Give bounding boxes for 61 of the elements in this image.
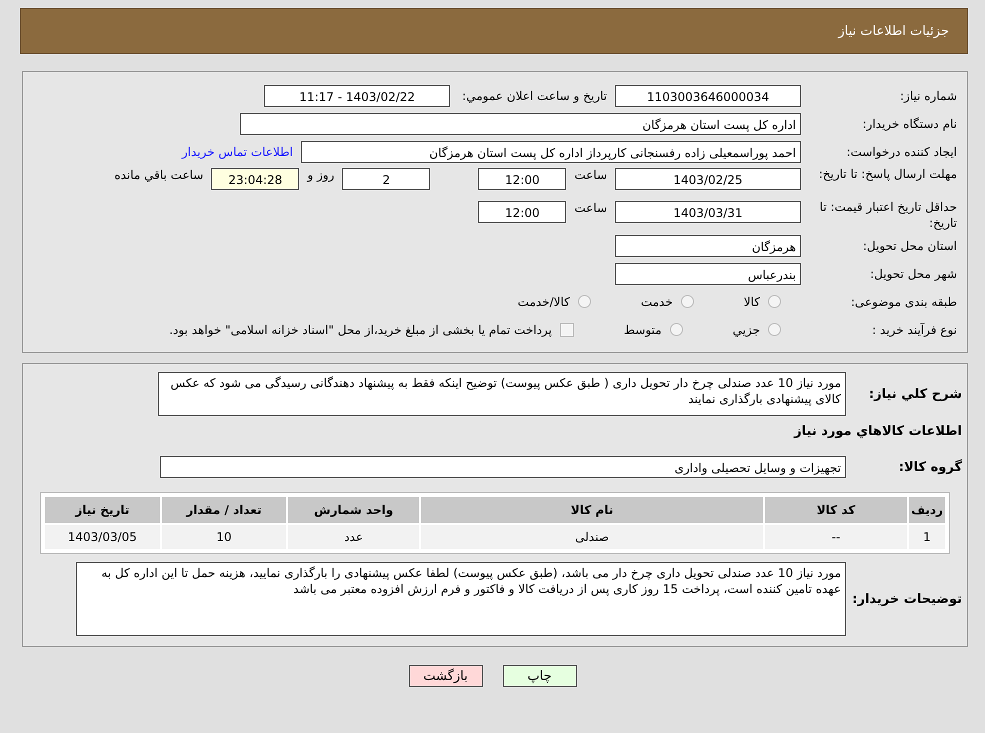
radio-button[interactable] [670, 323, 683, 336]
page-title: جزئیات اطلاعات نیاز [838, 24, 949, 38]
field-label: روز و [307, 168, 334, 182]
announce-date-field[interactable]: 1403/02/22 - 11:17 [264, 84, 450, 106]
days-field[interactable]: 2 [342, 168, 430, 190]
deadline-time-field[interactable]: 12:00 [478, 168, 566, 190]
table-cell: عدد [288, 525, 419, 549]
radio-button[interactable] [768, 323, 781, 336]
field-label: نام دستگاه خريدار: [862, 116, 958, 132]
field-label: شهر محل تحویل: [869, 266, 958, 282]
field-label: شرح کلي نياز: [868, 386, 962, 402]
field-label: ساعت باقي مانده [114, 168, 204, 182]
column-header: واحد شمارش [288, 497, 419, 523]
column-header: کد کالا [765, 497, 907, 523]
table-cell: 1 [909, 525, 945, 549]
table-cell: 10 [162, 525, 286, 549]
field-label: ایجاد کننده درخواست: [845, 144, 958, 160]
field-label: گروه کالا: [898, 460, 962, 474]
validity-date-field[interactable]: 1403/03/31 [615, 201, 801, 223]
option-label: خدمت [640, 294, 673, 308]
table-cell: -- [765, 525, 907, 549]
option-label: کالا/خدمت [518, 294, 570, 308]
buyer-notes-textarea[interactable]: مورد نیاز 10 عدد صندلی تحویل داری چرخ دار می باشد، (طبق عکس پیوست) لطفا عکس پیشنهادی را بارگذاری نمایید، هزینه حمل تا این اداره کل به عهده تامین کننده است، پرداخت 15 روز کاری پس از دریافت کالا و فاکتور و فرم ارزش افزوده معتبر می باشد [76, 562, 846, 636]
requester-field[interactable]: احمد پوراسمعیلی زاده رفسنجانی کارپرداز اداره کل پست استان هرمزگان [301, 140, 801, 162]
field-label: ساعت [574, 201, 607, 215]
option-label: متوسط [624, 322, 662, 336]
back-button[interactable]: بازگشت [408, 665, 482, 687]
city-field[interactable]: بندرعباس [615, 262, 801, 284]
column-header: رديف [909, 497, 945, 523]
contact-info-link[interactable]: اطلاعات تماس خریدار [182, 144, 293, 158]
table-cell: صندلی [421, 525, 763, 549]
table-cell: 1403/03/05 [45, 525, 160, 549]
field-label: استان محل تحویل: [862, 238, 958, 254]
summary-textarea[interactable]: مورد نیاز 10 عدد صندلی چرخ دار تحویل داری ( طبق عکس پیوست) توضیح اینکه فقط به پیشنهاد دهندگانی رسیدگی می شود که عکس کالای پیشنهادی بارگذاری نمایند [158, 372, 846, 416]
field-label: ساعت [574, 168, 607, 182]
column-header: تاریخ نیاز [45, 497, 160, 523]
option-label: پرداخت تمام یا بخشی از مبلغ خرید،از محل "اسناد خزانه اسلامی" خواهد بود. [169, 322, 552, 336]
radio-button[interactable] [578, 295, 591, 308]
option-label: کالا [744, 294, 760, 308]
buyer-org-field[interactable]: اداره کل پست استان هرمزگان [240, 112, 801, 134]
field-label: حداقل تاریخ اعتبار قیمت: تا تاریخ: [818, 199, 958, 231]
option-label: جزیي [732, 322, 760, 336]
validity-time-field[interactable]: 12:00 [478, 201, 566, 223]
need-number-field[interactable]: 1103003646000034 [615, 84, 801, 106]
column-header: تعداد / مقدار [162, 497, 286, 523]
field-label: طبقه بندی موضوعی: [850, 294, 958, 310]
field-label: توضیحات خریدار: [851, 592, 962, 606]
field-label: نوع فرآیند خرید : [871, 322, 958, 338]
province-field[interactable]: هرمزگان [615, 234, 801, 256]
deadline-date-field[interactable]: 1403/02/25 [615, 168, 801, 190]
field-label: تاریخ و ساعت اعلان عمومي: [462, 88, 607, 102]
checkbox[interactable] [560, 322, 574, 336]
section-title: اطلاعات کالاهاي مورد نياز [792, 423, 963, 441]
field-label: شماره نیاز: [899, 88, 958, 104]
goods-group-field[interactable]: تجهیزات و وسایل تحصیلی واداری [160, 456, 846, 478]
column-header: نام کالا [421, 497, 763, 523]
remaining-time-field: 23:04:28 [211, 168, 300, 190]
field-label: مهلت ارسال پاسخ: تا تاریخ: [818, 166, 958, 182]
print-button[interactable]: چاپ [502, 665, 576, 687]
radio-button[interactable] [680, 295, 694, 308]
radio-button[interactable] [768, 295, 781, 308]
